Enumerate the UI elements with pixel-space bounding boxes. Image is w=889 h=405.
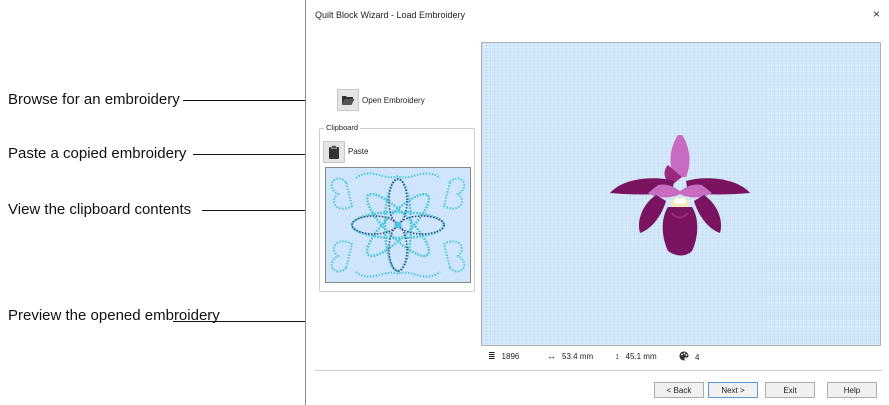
color-count: 4 (679, 351, 699, 363)
clipboard-preview (325, 167, 471, 283)
stitch-count: ≣ 1896 (488, 351, 519, 362)
vertical-arrows-icon: ↕ (615, 351, 620, 361)
paste-button[interactable] (323, 141, 345, 163)
flower-embroidery-image (610, 135, 750, 256)
callout-browse: Browse for an embroidery (8, 91, 180, 108)
open-embroidery-label[interactable]: Open Embroidery (362, 96, 425, 105)
color-count-value: 4 (695, 352, 700, 362)
palette-icon (679, 351, 689, 363)
height-value: 45.1 mm (625, 351, 657, 361)
clipboard-icon (329, 145, 339, 159)
palette-icon-shape (679, 351, 689, 361)
footer-separator (314, 370, 882, 371)
load-embroidery-dialog: Quilt Block Wizard - Load Embroidery × O… (305, 0, 889, 405)
callout-view: View the clipboard contents (8, 201, 192, 218)
back-button[interactable]: < Back (654, 382, 704, 398)
embroidery-width: ↔ 53.4 mm (547, 351, 593, 361)
embroidery-height: ↕ 45.1 mm (615, 351, 657, 361)
width-value: 53.4 mm (562, 351, 594, 361)
help-button[interactable]: Help (827, 382, 877, 398)
embroidery-preview (481, 42, 881, 346)
stitch-count-icon: ≣ (488, 351, 496, 361)
clipboard-embroidery-image (330, 172, 466, 278)
paste-label[interactable]: Paste (348, 147, 368, 156)
stitch-count-value: 1896 (501, 352, 520, 361)
dialog-title: Quilt Block Wizard - Load Embroidery (315, 10, 466, 20)
clipboard-group-title: Clipboard (324, 123, 361, 132)
clipboard-group: Clipboard Paste (319, 123, 475, 292)
close-icon[interactable]: × (873, 7, 880, 21)
callout-paste: Paste a copied embroidery (8, 145, 187, 162)
folder-open-icon (342, 96, 355, 105)
horizontal-arrows-icon: ↔ (547, 351, 556, 361)
callout-preview: Preview the opened embroidery (8, 307, 220, 324)
callout-leader-paste (193, 154, 320, 155)
exit-button[interactable]: Exit (765, 382, 815, 398)
open-embroidery-button[interactable] (337, 89, 359, 111)
callout-leader-view (202, 210, 314, 211)
next-button[interactable]: Next > (708, 382, 758, 398)
